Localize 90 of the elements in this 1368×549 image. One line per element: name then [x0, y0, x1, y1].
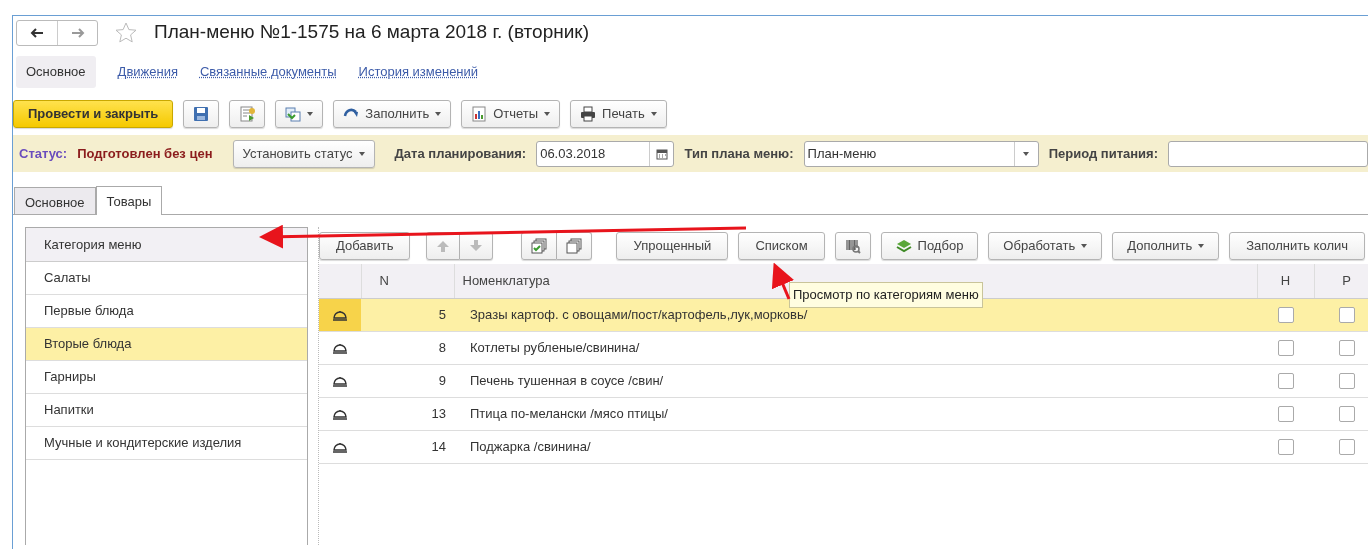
column-header: Н	[1257, 264, 1314, 298]
table-cell: Печень тушенная в соусе /свин/	[454, 364, 1257, 397]
annotation-arrow	[771, 262, 795, 300]
caret-icon	[1198, 243, 1205, 248]
toolbar-dropdown-button[interactable]	[275, 100, 324, 128]
field-label: Период питания:	[1048, 144, 1158, 163]
star-icon[interactable]	[114, 20, 138, 45]
down-arrow-icon	[469, 238, 484, 253]
serving-dish-icon	[332, 341, 348, 356]
table-cell: Птица по-мелански /мясо птицы/	[454, 397, 1257, 430]
column-header: Категория меню	[26, 228, 307, 262]
status-label: Статус:	[19, 144, 68, 163]
toolbar-button[interactable]: Упрощенный	[616, 231, 729, 260]
barcode-icon	[844, 237, 861, 254]
nav-link[interactable]: История изменений	[358, 58, 479, 86]
right-arrow-icon	[70, 27, 85, 38]
caret-icon	[435, 112, 442, 116]
stacked-checkbox-icon	[531, 237, 548, 254]
nav-link[interactable]: Движения	[117, 58, 178, 86]
status-value: Подготовлен без цен	[77, 144, 213, 163]
checkbox[interactable]	[1277, 406, 1294, 423]
table-cell: Котлеты рубленые/свинина/	[454, 331, 1257, 364]
period-field[interactable]	[1168, 140, 1368, 167]
nav-link[interactable]: Связанные документы	[199, 58, 337, 86]
caret-icon	[307, 112, 314, 116]
uncheck-all-button[interactable]	[557, 231, 593, 260]
calendar-icon	[655, 147, 668, 160]
serving-dish-icon	[332, 440, 348, 455]
table-cell: 14	[361, 430, 454, 463]
serving-dish-icon	[332, 407, 348, 422]
date-field[interactable]: 06.03.2018	[536, 140, 675, 167]
category-item[interactable]: Салаты	[26, 262, 307, 295]
caret-icon	[544, 112, 551, 116]
checkbox[interactable]	[1338, 307, 1355, 324]
toolbar-button[interactable]: Добавить	[319, 231, 411, 260]
field-label: Тип плана меню:	[684, 144, 794, 163]
checkbox[interactable]	[1277, 373, 1294, 390]
caret-icon	[358, 151, 365, 156]
window-title: План-меню №1-1575 на 6 марта 2018 г. (вторник)	[154, 20, 589, 45]
toolbar-dropdown-button[interactable]: Отчеты	[461, 100, 561, 128]
post-and-close-button[interactable]: Провести и закрыть	[13, 100, 174, 128]
toolbar-dropdown-button[interactable]: Обработать	[988, 231, 1103, 260]
toolbar-button[interactable]: Заполнить колич	[1229, 231, 1365, 260]
checkbox[interactable]	[1338, 340, 1355, 357]
table-cell: 13	[361, 397, 454, 430]
checkbox[interactable]	[1338, 406, 1355, 423]
table-cell: Поджарка /свинина/	[454, 430, 1257, 463]
checkbox[interactable]	[1338, 373, 1355, 390]
tab[interactable]: Основное	[14, 187, 96, 214]
caret-icon	[650, 112, 657, 116]
serving-dish-icon	[332, 308, 348, 323]
toolbar-button[interactable]	[229, 100, 266, 128]
save-icon	[193, 106, 210, 122]
column-header: N	[361, 264, 454, 298]
set-status-button[interactable]: Установить статус	[232, 139, 375, 168]
checkbox[interactable]	[1277, 340, 1294, 357]
nav-link[interactable]: Основное	[16, 56, 96, 88]
toolbar-dropdown-button[interactable]: Заполнить	[333, 100, 452, 128]
table-cell: 8	[361, 331, 454, 364]
table-cell: 9	[361, 364, 454, 397]
checkbox[interactable]	[1338, 439, 1355, 456]
tab[interactable]: Товары	[95, 186, 163, 215]
left-arrow-icon	[30, 27, 44, 38]
up-arrow-icon	[436, 238, 451, 253]
barcode-button[interactable]	[834, 231, 871, 260]
table-cell: 5	[361, 298, 454, 331]
checkbox[interactable]	[1277, 439, 1294, 456]
caret-icon	[1081, 243, 1088, 248]
serving-dish-icon	[332, 374, 348, 389]
toolbar-dropdown-button[interactable]: Дополнить	[1112, 231, 1220, 260]
toolbar-button[interactable]	[183, 100, 220, 128]
toolbar-dropdown-button[interactable]: Печать	[570, 100, 667, 128]
category-item[interactable]: Мучные и кондитерские изделия	[26, 427, 307, 460]
checkbox[interactable]	[1277, 307, 1294, 324]
printer-icon	[580, 106, 597, 122]
caret-icon	[1023, 151, 1030, 156]
toolbar-button[interactable]: Списком	[738, 231, 825, 260]
column-header: Р	[1314, 264, 1368, 298]
layers-icon	[895, 238, 912, 253]
pick-button[interactable]: Подбор	[880, 231, 979, 260]
category-item[interactable]: Гарниры	[26, 361, 307, 394]
plan-type-field[interactable]: План-меню	[803, 140, 1039, 167]
copy-icon	[285, 106, 302, 122]
chart-report-icon	[471, 106, 488, 122]
field-label: Дата планирования:	[394, 144, 527, 163]
stacked-squares-icon	[566, 237, 583, 254]
category-item[interactable]: Вторые блюда	[26, 328, 307, 361]
check-all-button[interactable]	[521, 231, 558, 260]
document-icon	[239, 106, 256, 122]
category-item[interactable]: Напитки	[26, 394, 307, 427]
